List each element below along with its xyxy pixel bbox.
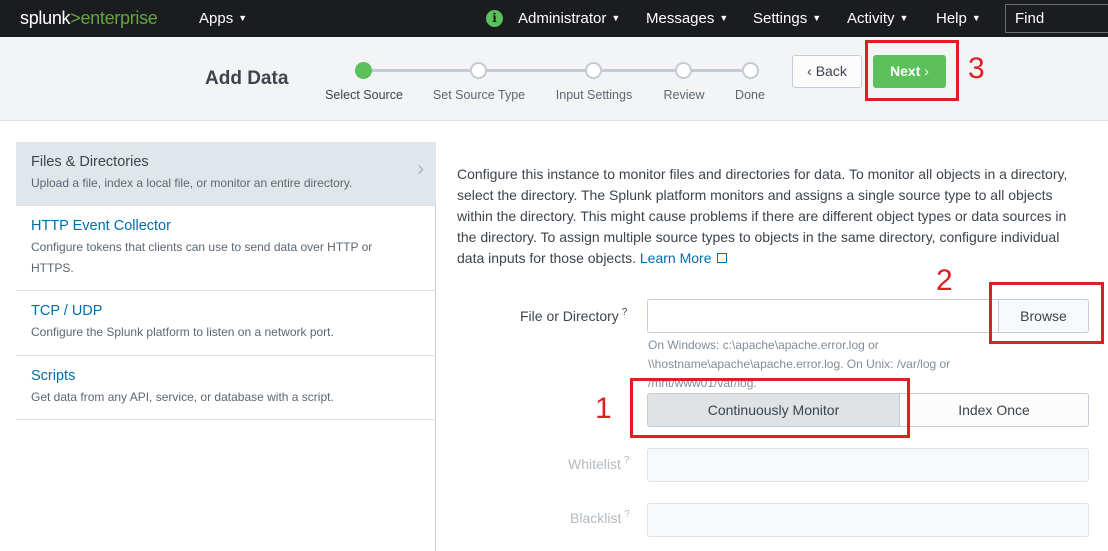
source-item-title: HTTP Event Collector xyxy=(31,218,171,234)
step-done-dot xyxy=(742,62,759,79)
source-item-tcp-udp[interactable]: TCP / UDP Configure the Splunk platform … xyxy=(16,291,436,356)
annotation-number-1: 1 xyxy=(595,392,612,425)
back-button[interactable]: ‹ Back xyxy=(792,55,862,88)
step-set-source-type-label: Set Source Type xyxy=(432,88,526,102)
step-select-source-dot xyxy=(355,62,372,79)
logo-enterprise-text: enterprise xyxy=(80,8,158,28)
source-list: Files & Directories Upload a file, index… xyxy=(16,142,436,551)
annotation-box-browse xyxy=(989,282,1104,344)
annotation-box-continuously-monitor xyxy=(630,378,910,438)
caret-down-icon: ▼ xyxy=(611,13,621,23)
info-icon[interactable]: i xyxy=(486,10,503,27)
whitelist-label-text: Whitelist xyxy=(568,456,621,472)
blacklist-label-text: Blacklist xyxy=(570,510,622,526)
learn-more-link[interactable]: Learn More xyxy=(640,250,728,266)
chevron-right-icon: › xyxy=(417,158,424,180)
splunk-logo[interactable]: splunk>enterprise xyxy=(20,8,158,29)
source-item-scripts[interactable]: Scripts Get data from any API, service, … xyxy=(16,356,436,420)
settings-menu-label: Settings xyxy=(753,10,808,27)
logo-gt-text: > xyxy=(70,8,81,28)
activity-menu-label: Activity xyxy=(847,10,895,27)
step-set-source-type-dot xyxy=(470,62,487,79)
caret-down-icon: ▼ xyxy=(238,13,248,23)
source-item-title: TCP / UDP xyxy=(31,303,103,319)
administrator-menu[interactable]: Administrator ▼ xyxy=(518,10,620,27)
file-or-directory-input[interactable] xyxy=(647,299,999,333)
annotation-number-2: 2 xyxy=(936,264,953,297)
external-link-icon xyxy=(717,253,728,263)
settings-menu[interactable]: Settings ▼ xyxy=(753,10,821,27)
caret-down-icon: ▼ xyxy=(971,13,981,23)
file-or-directory-label: File or Directory? xyxy=(520,307,627,324)
description-text: Configure this instance to monitor files… xyxy=(457,166,1068,266)
caret-down-icon: ▼ xyxy=(719,13,729,23)
step-input-settings-label: Input Settings xyxy=(555,88,633,102)
source-item-files-directories[interactable]: Files & Directories Upload a file, index… xyxy=(16,142,436,206)
index-once-toggle[interactable]: Index Once xyxy=(899,393,1089,427)
help-question-icon[interactable]: ? xyxy=(622,307,628,318)
source-item-description: Get data from any API, service, or datab… xyxy=(31,390,334,404)
activity-menu[interactable]: Activity ▼ xyxy=(847,10,908,27)
step-done-label: Done xyxy=(735,88,765,102)
learn-more-label: Learn More xyxy=(639,250,712,266)
messages-menu[interactable]: Messages ▼ xyxy=(646,10,728,27)
source-item-title: Scripts xyxy=(31,368,76,384)
help-question-icon[interactable]: ? xyxy=(624,509,630,520)
blacklist-input[interactable] xyxy=(647,503,1089,537)
help-question-icon[interactable]: ? xyxy=(624,455,630,466)
whitelist-label: Whitelist? xyxy=(568,455,629,472)
back-button-label: Back xyxy=(815,63,847,79)
caret-down-icon: ▼ xyxy=(812,13,822,23)
step-input-settings-dot xyxy=(585,62,602,79)
file-or-directory-label-text: File or Directory xyxy=(520,308,619,324)
logo-splunk-text: splunk xyxy=(20,8,71,28)
source-item-description: Configure the Splunk platform to listen … xyxy=(31,325,334,339)
source-item-description: Upload a file, index a local file, or mo… xyxy=(31,176,353,190)
step-review-label: Review xyxy=(663,88,705,102)
annotation-number-3: 3 xyxy=(968,52,985,85)
caret-down-icon: ▼ xyxy=(899,13,909,23)
messages-menu-label: Messages xyxy=(646,10,715,27)
administrator-menu-label: Administrator xyxy=(518,10,607,27)
apps-menu[interactable]: Apps ▼ xyxy=(199,10,247,27)
find-input[interactable]: Find xyxy=(1005,4,1108,33)
source-item-title: Files & Directories xyxy=(31,154,149,170)
page-title: Add Data xyxy=(205,68,289,89)
help-menu-label: Help xyxy=(936,10,967,27)
blacklist-label: Blacklist? xyxy=(570,509,630,526)
source-item-http-event-collector[interactable]: HTTP Event Collector Configure tokens th… xyxy=(16,206,436,291)
top-nav-bar: splunk>enterprise Apps ▼ i Administrator ▼… xyxy=(0,0,1108,37)
source-item-description: Configure tokens that clients can use to… xyxy=(31,240,373,275)
whitelist-input[interactable] xyxy=(647,448,1089,482)
step-review-dot xyxy=(675,62,692,79)
help-menu[interactable]: Help ▼ xyxy=(936,10,981,27)
source-description: Configure this instance to monitor files… xyxy=(457,164,1087,269)
annotation-box-next xyxy=(865,40,959,101)
step-select-source-label: Select Source xyxy=(325,88,403,102)
chevron-left-icon: ‹ xyxy=(807,63,812,79)
apps-menu-label: Apps xyxy=(199,10,234,27)
